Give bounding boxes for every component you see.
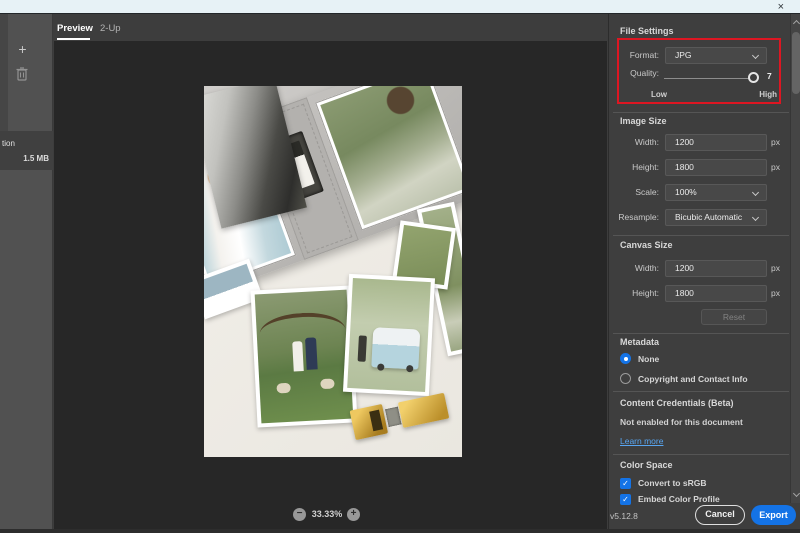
radio-none[interactable]	[620, 353, 631, 364]
image-size-title: Image Size	[620, 116, 667, 126]
export-file-item[interactable]: tion 1.5 MB	[0, 131, 53, 170]
bottom-edge	[0, 529, 800, 533]
reset-button[interactable]: Reset	[701, 309, 767, 325]
export-button[interactable]: Export	[751, 505, 796, 525]
canvas-size-title: Canvas Size	[620, 240, 673, 250]
scrollbar-thumb[interactable]	[792, 32, 800, 94]
scale-label: Scale:	[609, 184, 659, 201]
height-label: Height:	[609, 159, 659, 176]
canvas-width-unit: px	[771, 260, 791, 277]
canvas-height-unit: px	[771, 285, 791, 302]
add-scale-button[interactable]: +	[14, 41, 31, 58]
canvas-height-field[interactable]: 1800	[665, 285, 767, 302]
convert-srgb-checkbox[interactable]: ✓	[620, 478, 631, 489]
quality-slider-knob[interactable]	[748, 72, 759, 83]
resample-label: Resample:	[609, 209, 659, 226]
export-sidebar: + tion 1.5 MB	[0, 14, 53, 529]
scroll-down-icon[interactable]	[792, 490, 799, 497]
section-divider	[613, 333, 789, 334]
quality-label: Quality:	[609, 68, 659, 79]
format-dropdown[interactable]: JPG	[665, 47, 767, 64]
width-field[interactable]: 1200	[665, 134, 767, 151]
color-space-title: Color Space	[620, 460, 673, 470]
height-field[interactable]: 1800	[665, 159, 767, 176]
canvas-width-field[interactable]: 1200	[665, 260, 767, 277]
height-unit: px	[771, 159, 791, 176]
canvas-width-label: Width:	[609, 260, 659, 277]
photo-couple-dogs	[250, 285, 357, 427]
zoom-level: 33.33%	[309, 509, 345, 519]
file-size: 1.5 MB	[23, 154, 49, 163]
quality-low-label: Low	[651, 90, 667, 99]
active-tab-underline	[57, 38, 90, 40]
resample-dropdown[interactable]: Bicubic Automatic	[665, 209, 767, 226]
convert-srgb-label: Convert to sRGB	[638, 478, 706, 488]
zoom-controls: − 33.33% +	[54, 507, 607, 523]
settings-panel: File Settings Format: JPG Quality: 7 Low…	[608, 14, 800, 529]
file-name-truncated: tion	[2, 139, 15, 148]
quality-slider-track[interactable]	[664, 78, 753, 79]
browser-strip: ×	[0, 0, 800, 14]
close-icon[interactable]: ×	[778, 0, 784, 14]
canvas-height-label: Height:	[609, 285, 659, 302]
format-label: Format:	[609, 47, 659, 64]
tab-2up[interactable]: 2-Up	[100, 23, 121, 34]
section-divider	[613, 112, 789, 113]
sidebar-inset	[0, 14, 8, 131]
scroll-up-icon[interactable]	[792, 20, 799, 27]
width-label: Width:	[609, 134, 659, 151]
chevron-down-icon	[752, 52, 759, 59]
preview-tabbar: Preview 2-Up	[54, 14, 607, 41]
section-divider	[613, 235, 789, 236]
learn-more-link[interactable]: Learn more	[620, 436, 663, 446]
file-settings-title: File Settings	[620, 26, 674, 36]
quality-value: 7	[767, 71, 772, 81]
dialog-footer: v5.12.8 Cancel Export	[608, 503, 800, 529]
content-credentials-title: Content Credentials (Beta)	[620, 398, 734, 408]
panel-scrollbar[interactable]	[790, 14, 800, 503]
tab-preview[interactable]: Preview	[57, 23, 93, 34]
scale-dropdown[interactable]: 100%	[665, 184, 767, 201]
radio-copyright-label: Copyright and Contact Info	[638, 374, 748, 384]
radio-none-label: None	[638, 354, 659, 364]
photo-vw-bus	[343, 274, 435, 396]
cancel-button[interactable]: Cancel	[695, 505, 745, 525]
content-credentials-status: Not enabled for this document	[620, 417, 743, 427]
preview-image	[204, 86, 462, 457]
section-divider	[613, 454, 789, 455]
quality-high-label: High	[749, 90, 777, 99]
version-label: v5.12.8	[610, 511, 638, 521]
radio-copyright[interactable]	[620, 373, 631, 384]
chevron-down-icon	[752, 214, 759, 221]
section-divider	[613, 391, 789, 392]
width-unit: px	[771, 134, 791, 151]
zoom-out-icon[interactable]: −	[293, 508, 306, 521]
metadata-title: Metadata	[620, 337, 659, 347]
export-as-dialog: × + tion 1.5 MB Preview 2-Up	[0, 0, 800, 533]
chevron-down-icon	[752, 189, 759, 196]
preview-canvas[interactable]: − 33.33% +	[54, 41, 607, 529]
zoom-in-icon[interactable]: +	[347, 508, 360, 521]
trash-icon[interactable]	[15, 66, 29, 81]
